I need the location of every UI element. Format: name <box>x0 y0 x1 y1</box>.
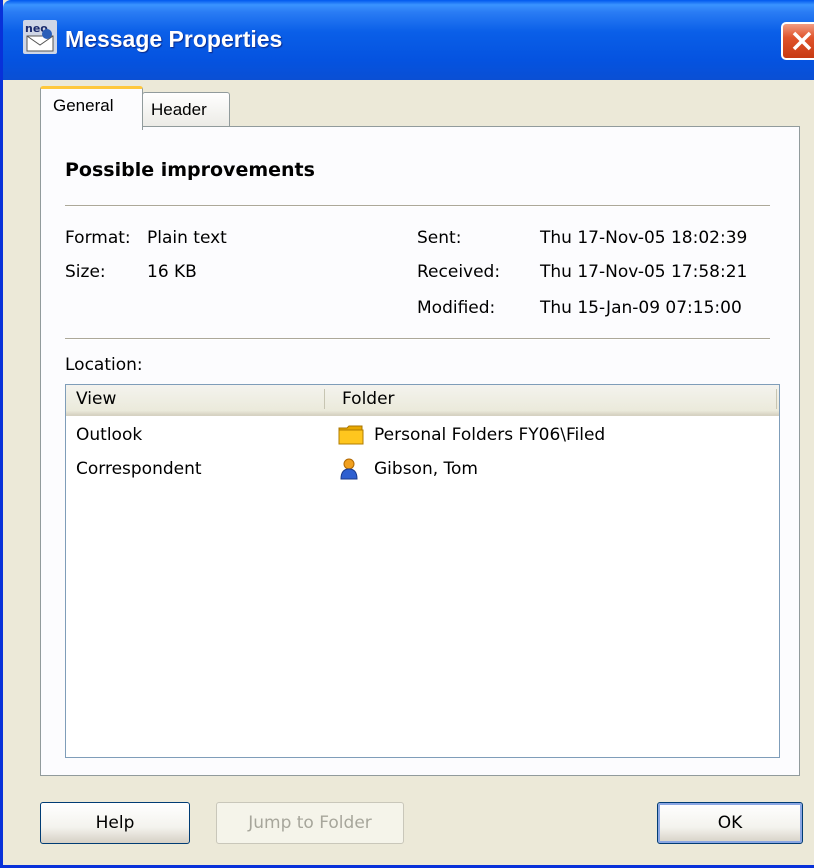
list-item[interactable]: Outlook Personal Folders FY06\Filed <box>66 420 779 452</box>
location-list[interactable]: View Folder Outlook Personal Folders FY0… <box>65 384 780 758</box>
message-subject: Possible improvements <box>65 159 315 181</box>
tab-header[interactable]: Header <box>142 92 230 126</box>
tab-general[interactable]: General <box>40 86 143 130</box>
folder-icon <box>338 424 364 446</box>
column-divider[interactable] <box>324 389 325 409</box>
neo-app-icon: neo <box>23 20 57 54</box>
list-item-view: Correspondent <box>76 459 202 479</box>
close-icon <box>792 31 812 51</box>
separator-top <box>65 205 770 207</box>
received-value: Thu 17-Nov-05 17:58:21 <box>540 262 748 282</box>
column-header-view[interactable]: View <box>76 389 116 409</box>
modified-label: Modified: <box>417 298 496 318</box>
message-properties-dialog: neo Message Properties General Header Po… <box>0 0 814 868</box>
received-label: Received: <box>417 262 501 282</box>
format-value: Plain text <box>147 228 227 248</box>
jump-to-folder-button[interactable]: Jump to Folder <box>216 802 404 844</box>
help-button[interactable]: Help <box>40 802 190 844</box>
window-title: Message Properties <box>65 26 283 52</box>
person-icon <box>338 458 364 480</box>
modified-value: Thu 15-Jan-09 07:15:00 <box>540 298 742 318</box>
list-item-view: Outlook <box>76 425 143 445</box>
column-divider-end[interactable] <box>776 389 777 409</box>
ok-button[interactable]: OK <box>657 802 803 844</box>
column-header-folder[interactable]: Folder <box>342 389 395 409</box>
location-list-header: View Folder <box>66 385 779 416</box>
list-item-folder: Gibson, Tom <box>374 459 478 479</box>
format-label: Format: <box>65 228 131 248</box>
title-bar[interactable]: neo Message Properties <box>3 0 814 80</box>
sent-value: Thu 17-Nov-05 18:02:39 <box>540 228 748 248</box>
size-value: 16 KB <box>147 262 197 282</box>
sent-label: Sent: <box>417 228 462 248</box>
location-label: Location: <box>65 355 143 375</box>
list-item-folder: Personal Folders FY06\Filed <box>374 425 606 445</box>
size-label: Size: <box>65 262 106 282</box>
list-item[interactable]: Correspondent Gibson, Tom <box>66 454 779 486</box>
separator-bottom <box>65 338 770 340</box>
close-button[interactable] <box>781 22 814 60</box>
